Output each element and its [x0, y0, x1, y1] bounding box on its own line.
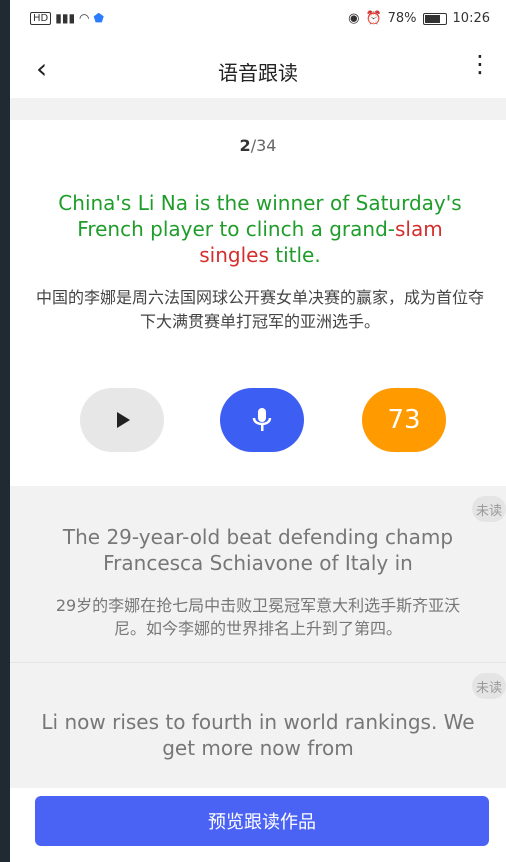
app-frame: HD ▮▮▮ ◠ ⬟ ◉ ⏰ 78% 10:26 ‹ 语音跟读 ⋮ 2/34 C… [10, 0, 506, 862]
record-button[interactable] [220, 388, 304, 452]
status-right: ◉ ⏰ 78% 10:26 [348, 11, 490, 26]
eye-icon: ◉ [348, 11, 360, 26]
status-badge: 未读 [472, 496, 506, 522]
preview-button[interactable]: 预览跟读作品 [35, 796, 489, 846]
play-button[interactable] [80, 388, 164, 452]
play-icon [117, 412, 130, 428]
shield-icon: ⬟ [93, 11, 104, 25]
current-sentence-card: 2/34 China's Li Na is the winner of Satu… [10, 120, 506, 486]
score-badge[interactable]: 73 [362, 388, 446, 452]
hd-icon: HD [30, 11, 52, 25]
list-item[interactable]: 未读 Li now rises to fourth in world ranki… [10, 663, 506, 788]
battery-icon [422, 12, 447, 25]
top-nav: ‹ 语音跟读 ⋮ [10, 40, 506, 98]
alarm-icon: ⏰ [365, 11, 382, 26]
list-item[interactable]: 未读 The 29-year-old beat defending champ … [10, 486, 506, 662]
status-left: HD ▮▮▮ ◠ ⬟ [30, 11, 104, 25]
list-item-english: The 29-year-old beat defending champ Fra… [62, 525, 454, 575]
controls-row: 73 [10, 388, 506, 452]
status-bar: HD ▮▮▮ ◠ ⬟ ◉ ⏰ 78% 10:26 [10, 0, 506, 40]
sentence-part: title. [268, 243, 321, 267]
page-title: 语音跟读 [218, 61, 298, 85]
chinese-translation: 中国的李娜是周六法国网球公开赛女单决赛的赢家，成为首位夺下大满贯赛单打冠军的亚洲… [35, 288, 484, 331]
list-item-english: Li now rises to fourth in world rankings… [41, 710, 475, 760]
counter-current: 2 [239, 136, 251, 155]
signal-icon: ▮▮▮ [55, 11, 76, 25]
microphone-icon [252, 408, 272, 431]
more-options-icon[interactable]: ⋮ [468, 50, 492, 78]
english-sentence: China's Li Na is the winner of Saturday'… [45, 190, 475, 268]
bottom-bar: 预览跟读作品 [10, 788, 506, 862]
sentence-part: China's Li Na [58, 191, 195, 215]
top-separator [10, 98, 506, 120]
battery-percent: 78% [387, 11, 417, 26]
counter-total: 34 [256, 136, 277, 155]
time: 10:26 [452, 11, 490, 26]
sentence-counter: 2/34 [10, 136, 506, 155]
wifi-icon: ◠ [79, 11, 90, 25]
status-badge: 未读 [472, 673, 506, 699]
list-item-chinese: 29岁的李娜在抢七局中击败卫冕冠军意大利选手斯齐亚沃尼。如今李娜的世界排名上升到… [55, 596, 461, 638]
